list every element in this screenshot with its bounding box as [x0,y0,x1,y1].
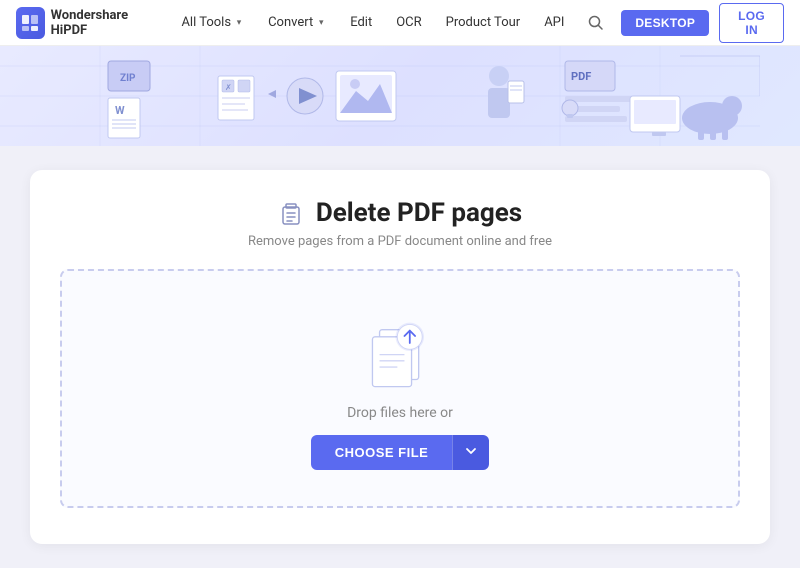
chevron-down-icon [465,445,477,457]
main-card: Delete PDF pages Remove pages from a PDF… [30,170,770,544]
svg-text:W: W [115,104,125,117]
search-icon[interactable] [582,8,609,38]
desktop-button[interactable]: DESKTOP [621,10,709,36]
navbar: Wondershare HiPDF All Tools ▾ Convert ▾ … [0,0,800,46]
svg-text:ZIP: ZIP [120,73,136,84]
page-title-area: Delete PDF pages Remove pages from a PDF… [60,198,740,249]
logo[interactable]: Wondershare HiPDF [16,7,155,39]
page-title: Delete PDF pages [316,198,522,228]
convert-chevron-icon: ▾ [316,18,326,28]
choose-file-dropdown-button[interactable] [452,435,489,470]
nav-all-tools[interactable]: All Tools ▾ [171,0,254,46]
nav-product-tour[interactable]: Product Tour [436,0,531,46]
page-subtitle: Remove pages from a PDF document online … [60,234,740,249]
all-tools-chevron-icon: ▾ [234,18,244,28]
choose-file-button[interactable]: CHOOSE FILE [311,435,453,470]
delete-pages-icon [278,200,304,226]
nav-edit[interactable]: Edit [340,0,382,46]
nav-convert[interactable]: Convert ▾ [258,0,336,46]
logo-text: Wondershare HiPDF [51,8,156,38]
main-content: Delete PDF pages Remove pages from a PDF… [0,146,800,568]
logo-icon [16,7,45,39]
choose-file-group[interactable]: CHOOSE FILE [311,435,490,470]
hero-banner: ZIP W ✗ [0,46,800,146]
svg-text:PDF: PDF [571,70,591,83]
svg-text:✗: ✗ [225,83,232,92]
upload-illustration [360,311,440,391]
login-button[interactable]: LOG IN [719,3,784,43]
drop-zone[interactable]: Drop files here or CHOOSE FILE [60,269,740,508]
nav-api[interactable]: API [534,0,574,46]
drop-text: Drop files here or [347,405,453,421]
nav-ocr[interactable]: OCR [386,0,431,46]
